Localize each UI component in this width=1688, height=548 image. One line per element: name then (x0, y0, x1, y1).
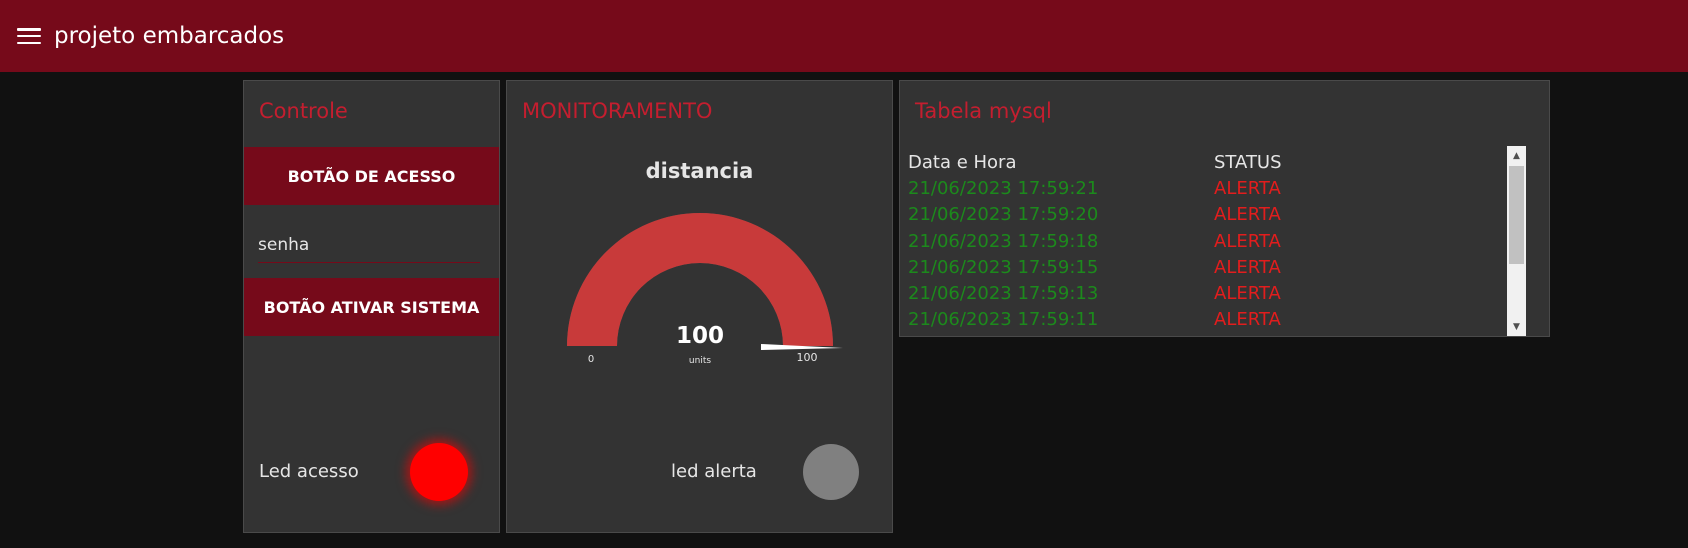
cell-status: ALERTA (1214, 309, 1281, 330)
access-button[interactable]: BOTÃO DE ACESSO (244, 147, 499, 205)
table-scrollbar[interactable]: ▲ ▼ (1507, 146, 1526, 336)
led-alerta-indicator (803, 444, 859, 500)
cell-datetime: 21/06/2023 17:59:15 (908, 257, 1099, 278)
table-row: 21/06/2023 17:59:11 ALERTA (908, 309, 1281, 335)
scroll-thumb[interactable] (1509, 166, 1524, 264)
controle-title: Controle (259, 99, 348, 123)
hamburger-menu-icon[interactable] (17, 26, 41, 46)
table-header: Data e Hora STATUS (908, 152, 1282, 178)
app-title: projeto embarcados (54, 23, 285, 49)
cell-status: ALERTA (1214, 257, 1281, 278)
gauge-max-label: 100 (797, 351, 818, 364)
led-acesso-label: Led acesso (259, 461, 359, 482)
table-row: 21/06/2023 17:59:13 ALERTA (908, 283, 1281, 309)
cell-status: ALERTA (1214, 178, 1281, 199)
column-header-status: STATUS (1214, 152, 1282, 173)
scroll-down-arrow-icon[interactable]: ▼ (1507, 317, 1526, 336)
cell-datetime: 21/06/2023 17:59:21 (908, 178, 1099, 199)
gauge-min-label: 0 (588, 354, 594, 365)
password-input[interactable] (258, 227, 480, 263)
controle-card: Controle BOTÃO DE ACESSO BOTÃO ATIVAR SI… (243, 80, 500, 533)
led-acesso-indicator (410, 443, 468, 501)
cell-status: ALERTA (1214, 283, 1281, 304)
distance-gauge: 100 units 0 100 (567, 213, 843, 366)
table-row: 21/06/2023 17:59:15 ALERTA (908, 257, 1281, 283)
gauge-units: units (689, 356, 711, 366)
cell-datetime: 21/06/2023 17:59:11 (908, 309, 1099, 330)
table-row: 21/06/2023 17:59:20 ALERTA (908, 204, 1281, 230)
activate-system-button[interactable]: BOTÃO ATIVAR SISTEMA (244, 278, 499, 336)
table-row: 21/06/2023 17:59:18 ALERTA (908, 231, 1281, 257)
tabela-card: Tabela mysql Data e Hora STATUS 21/06/20… (899, 80, 1550, 337)
scroll-up-arrow-icon[interactable]: ▲ (1507, 146, 1526, 165)
tabela-title: Tabela mysql (915, 99, 1052, 123)
cell-datetime: 21/06/2023 17:59:18 (908, 231, 1099, 252)
top-bar: projeto embarcados (0, 0, 1688, 72)
table-row: 21/06/2023 17:59:21 ALERTA (908, 178, 1281, 204)
cell-datetime: 21/06/2023 17:59:20 (908, 204, 1099, 225)
monitoramento-card: MONITORAMENTO distancia 100 units 0 100 … (506, 80, 893, 533)
led-alerta-label: led alerta (671, 461, 757, 482)
cell-datetime: 21/06/2023 17:59:13 (908, 283, 1099, 304)
gauge-value: 100 (676, 323, 724, 349)
mysql-table: Data e Hora STATUS 21/06/2023 17:59:21 A… (900, 146, 1526, 336)
cell-status: ALERTA (1214, 231, 1281, 252)
column-header-datetime: Data e Hora (908, 152, 1017, 173)
cell-status: ALERTA (1214, 204, 1281, 225)
